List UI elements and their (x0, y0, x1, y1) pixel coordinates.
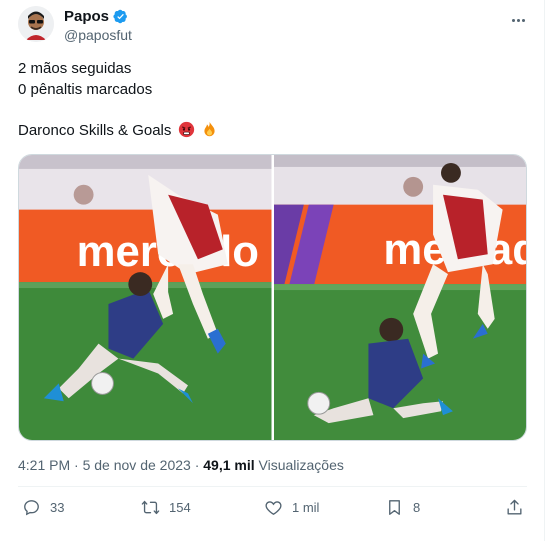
author-name[interactable]: Papos (64, 8, 109, 25)
bookmark-icon (389, 500, 400, 515)
share-icon (507, 499, 522, 515)
avatar[interactable] (18, 6, 54, 42)
tweet-line-3: Daronco Skills & Goals (18, 122, 172, 139)
author-handle[interactable]: @paposfut (64, 27, 132, 43)
tweet-meta: 4:21 PM · 5 de nov de 2023 · 49,1 mil Vi… (18, 457, 344, 473)
verified-badge-icon (113, 9, 127, 24)
tweet-line-1: 2 mãos seguidas (18, 60, 132, 77)
meta-separator-2: · (194, 457, 200, 473)
bookmark-count: 8 (413, 500, 421, 515)
tweet-text: 2 mãos seguidas 0 pênaltis marcados Daro… (18, 58, 528, 141)
media-image-1[interactable]: mercado (19, 155, 272, 440)
author-name-row[interactable]: Papos (64, 8, 128, 25)
media-image-2[interactable]: mercado (273, 155, 526, 440)
retweet-count: 154 (169, 500, 191, 515)
fire-emoji-icon (204, 121, 215, 137)
tweet-time[interactable]: 4:21 PM (18, 457, 70, 473)
meta-separator: · (74, 457, 79, 473)
tweet-line-2: 0 pênaltis marcados (18, 81, 153, 98)
reply-count: 33 (50, 500, 65, 515)
bookmark-button[interactable]: 8 (385, 498, 420, 517)
views-label: Visualizações (258, 457, 344, 473)
reply-button[interactable]: 33 (22, 498, 64, 517)
views-count: 49,1 mil (203, 457, 255, 473)
share-button[interactable] (505, 498, 524, 517)
like-count: 1 mil (292, 500, 320, 515)
angry-face-emoji-icon (178, 121, 194, 138)
football-photo-1: mercado (19, 155, 272, 440)
media-grid[interactable]: mercado (18, 154, 527, 441)
tweet-line-3-row: Daronco Skills & Goals (18, 120, 528, 141)
football-photo-2: mercado (273, 155, 526, 440)
retweet-button[interactable]: 154 (141, 498, 191, 517)
tweet-date[interactable]: 5 de nov de 2023 (83, 457, 191, 473)
reply-icon (24, 500, 39, 516)
retweet-icon (141, 500, 160, 515)
action-bar: 33 154 1 mil 8 (0, 498, 545, 522)
tweet-card[interactable]: Papos @paposfut 2 mãos seguidas 0 pênalt… (0, 0, 545, 541)
more-options-icon[interactable] (506, 12, 530, 28)
avatar-image (18, 6, 54, 42)
divider (18, 486, 527, 487)
heart-icon (265, 501, 282, 516)
like-button[interactable]: 1 mil (264, 498, 319, 517)
